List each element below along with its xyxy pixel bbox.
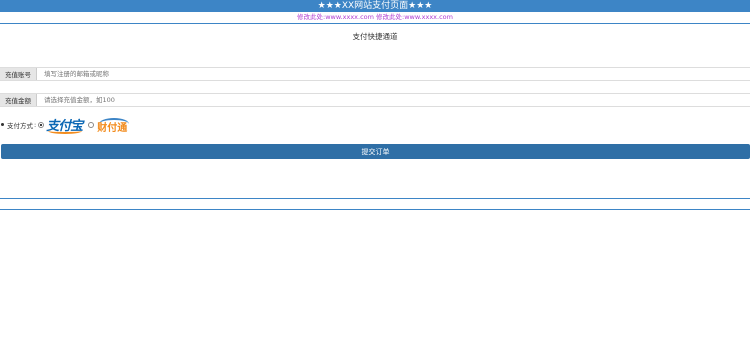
tenpay-logo[interactable]: 财付通 — [96, 116, 133, 134]
submit-order-button[interactable]: 提交订单 — [1, 144, 750, 159]
alipay-swoosh-icon — [48, 128, 83, 134]
payment-method-row: 支付方式 : 支付宝 财付通 — [0, 116, 133, 134]
account-label: 充值账号 — [0, 68, 37, 80]
amount-row: 充值金额 — [0, 93, 750, 107]
page-title: ★★★XX网站支付页面★★★ — [317, 1, 433, 11]
bullet-icon — [1, 123, 4, 126]
account-row: 充值账号 — [0, 67, 750, 81]
tenpay-logo-text: 财付通 — [97, 123, 128, 134]
divider-top — [0, 198, 750, 199]
section-title: 支付快捷通道 — [352, 32, 398, 41]
payment-method-label: 支付方式 — [7, 121, 33, 130]
tenpay-radio[interactable] — [88, 121, 95, 128]
page-title-bar: ★★★XX网站支付页面★★★ — [0, 0, 750, 12]
divider-bottom — [0, 209, 750, 210]
amount-label: 充值金额 — [0, 94, 37, 106]
notice-text: 修改此处:www.xxxx.com 修改此处:www.xxxx.com — [297, 13, 453, 21]
amount-input[interactable] — [37, 94, 750, 106]
alipay-radio[interactable] — [38, 121, 45, 128]
alipay-logo[interactable]: 支付宝 — [46, 116, 83, 134]
account-input[interactable] — [37, 68, 750, 80]
